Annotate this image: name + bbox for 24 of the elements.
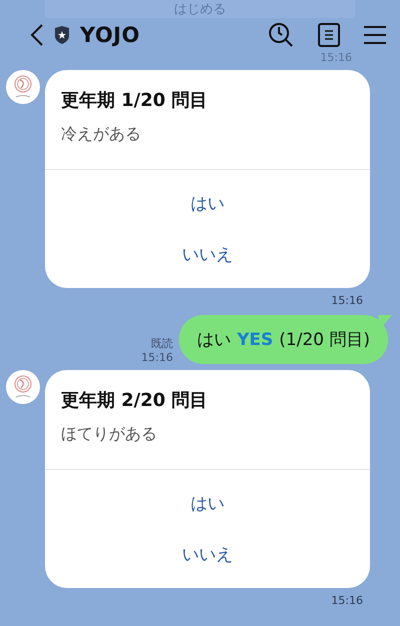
question-text: ほてりがある bbox=[45, 412, 370, 470]
timestamp: 15:16 bbox=[320, 52, 352, 64]
answer-option[interactable]: はい bbox=[180, 188, 234, 219]
message-text: はい bbox=[196, 329, 231, 351]
shield-icon bbox=[54, 26, 70, 44]
back-icon[interactable] bbox=[30, 23, 44, 47]
question-text: 冷えがある bbox=[45, 112, 370, 170]
question-title: 更年期 1/20 問目 bbox=[60, 89, 209, 112]
answer-option[interactable]: いいえ bbox=[172, 539, 243, 570]
read-receipt: 既読 bbox=[150, 336, 173, 351]
message-text: (1/20 問目) bbox=[279, 329, 370, 351]
menu-icon[interactable] bbox=[364, 25, 386, 45]
question-title: 更年期 2/20 問目 bbox=[60, 389, 209, 412]
yes-tag: YES bbox=[236, 330, 274, 350]
timestamp: 15:16 bbox=[331, 294, 363, 307]
notes-icon[interactable] bbox=[318, 23, 340, 47]
timestamp: 15:16 bbox=[141, 351, 173, 364]
answer-option[interactable]: いいえ bbox=[172, 239, 243, 270]
answer-option[interactable]: はい bbox=[180, 488, 234, 519]
avatar-icon bbox=[6, 70, 40, 104]
chat-title: YOJO bbox=[80, 23, 141, 47]
search-icon[interactable] bbox=[268, 22, 294, 48]
avatar-icon bbox=[6, 370, 40, 404]
timestamp: 15:16 bbox=[331, 594, 363, 607]
